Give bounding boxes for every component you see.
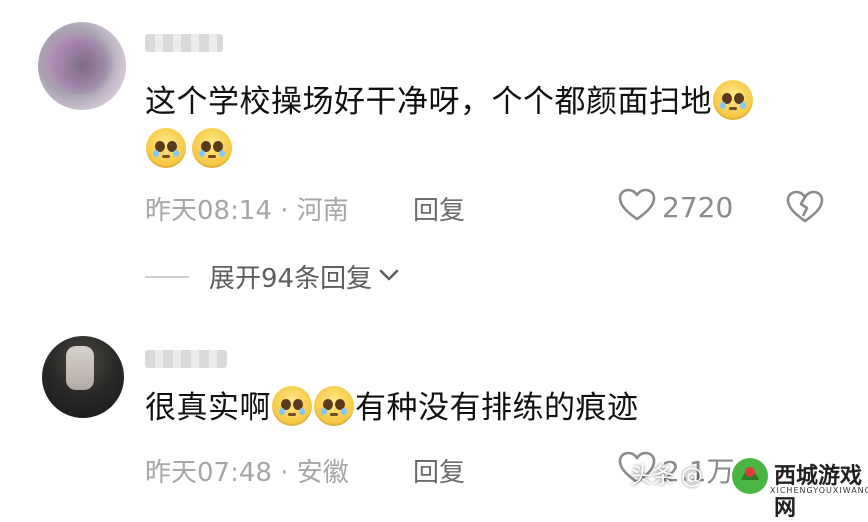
like-button[interactable]: 2720 [618,188,733,226]
comment-meta: 昨天08:14 · 河南 [145,196,349,226]
comment-text: 这个学校操场好干净呀，个个都颜面扫地 [145,80,754,124]
like-count: 2720 [662,190,734,224]
pleading-face-emoji [314,386,354,426]
watermark: 头条 @ 西城游戏网 XICHENGYOUXIWANG [622,452,868,521]
dislike-button[interactable] [786,190,824,228]
pleading-face-emoji [272,386,312,426]
watermark-prefix: 头条 @ [630,464,703,489]
chevron-down-icon [372,267,400,286]
expand-replies-label: 展开94条回复 [209,264,373,294]
avatar[interactable] [38,22,126,110]
pleading-face-emoji [713,80,753,120]
expand-replies[interactable]: 展开94条回复 [145,258,400,295]
reply-button[interactable]: 回复 [413,452,465,489]
comment-meta: 昨天07:48 · 安徽 [145,458,349,488]
watermark-sub: XICHENGYOUXIWANG [770,486,868,495]
avatar[interactable] [42,336,124,418]
username-redacted[interactable] [145,350,227,368]
broken-heart-icon [786,190,824,228]
username-redacted[interactable] [145,34,223,52]
comment-text-body: 这个学校操场好干净呀，个个都颜面扫地 [145,84,712,120]
comment-text-after: 有种没有排练的痕迹 [355,390,639,426]
pleading-face-emoji [192,128,232,168]
comment-text: 很真实啊 有种没有排练的痕迹 [145,386,639,430]
divider [145,275,189,278]
pleading-face-emoji [146,128,186,168]
emoji-row [145,128,233,168]
heart-outline-icon [618,188,656,226]
watermark-logo: 西城游戏网 XICHENGYOUXIWANG [730,452,868,521]
reply-button[interactable]: 回复 [413,190,465,227]
comment-text-before: 很真实啊 [145,390,271,426]
